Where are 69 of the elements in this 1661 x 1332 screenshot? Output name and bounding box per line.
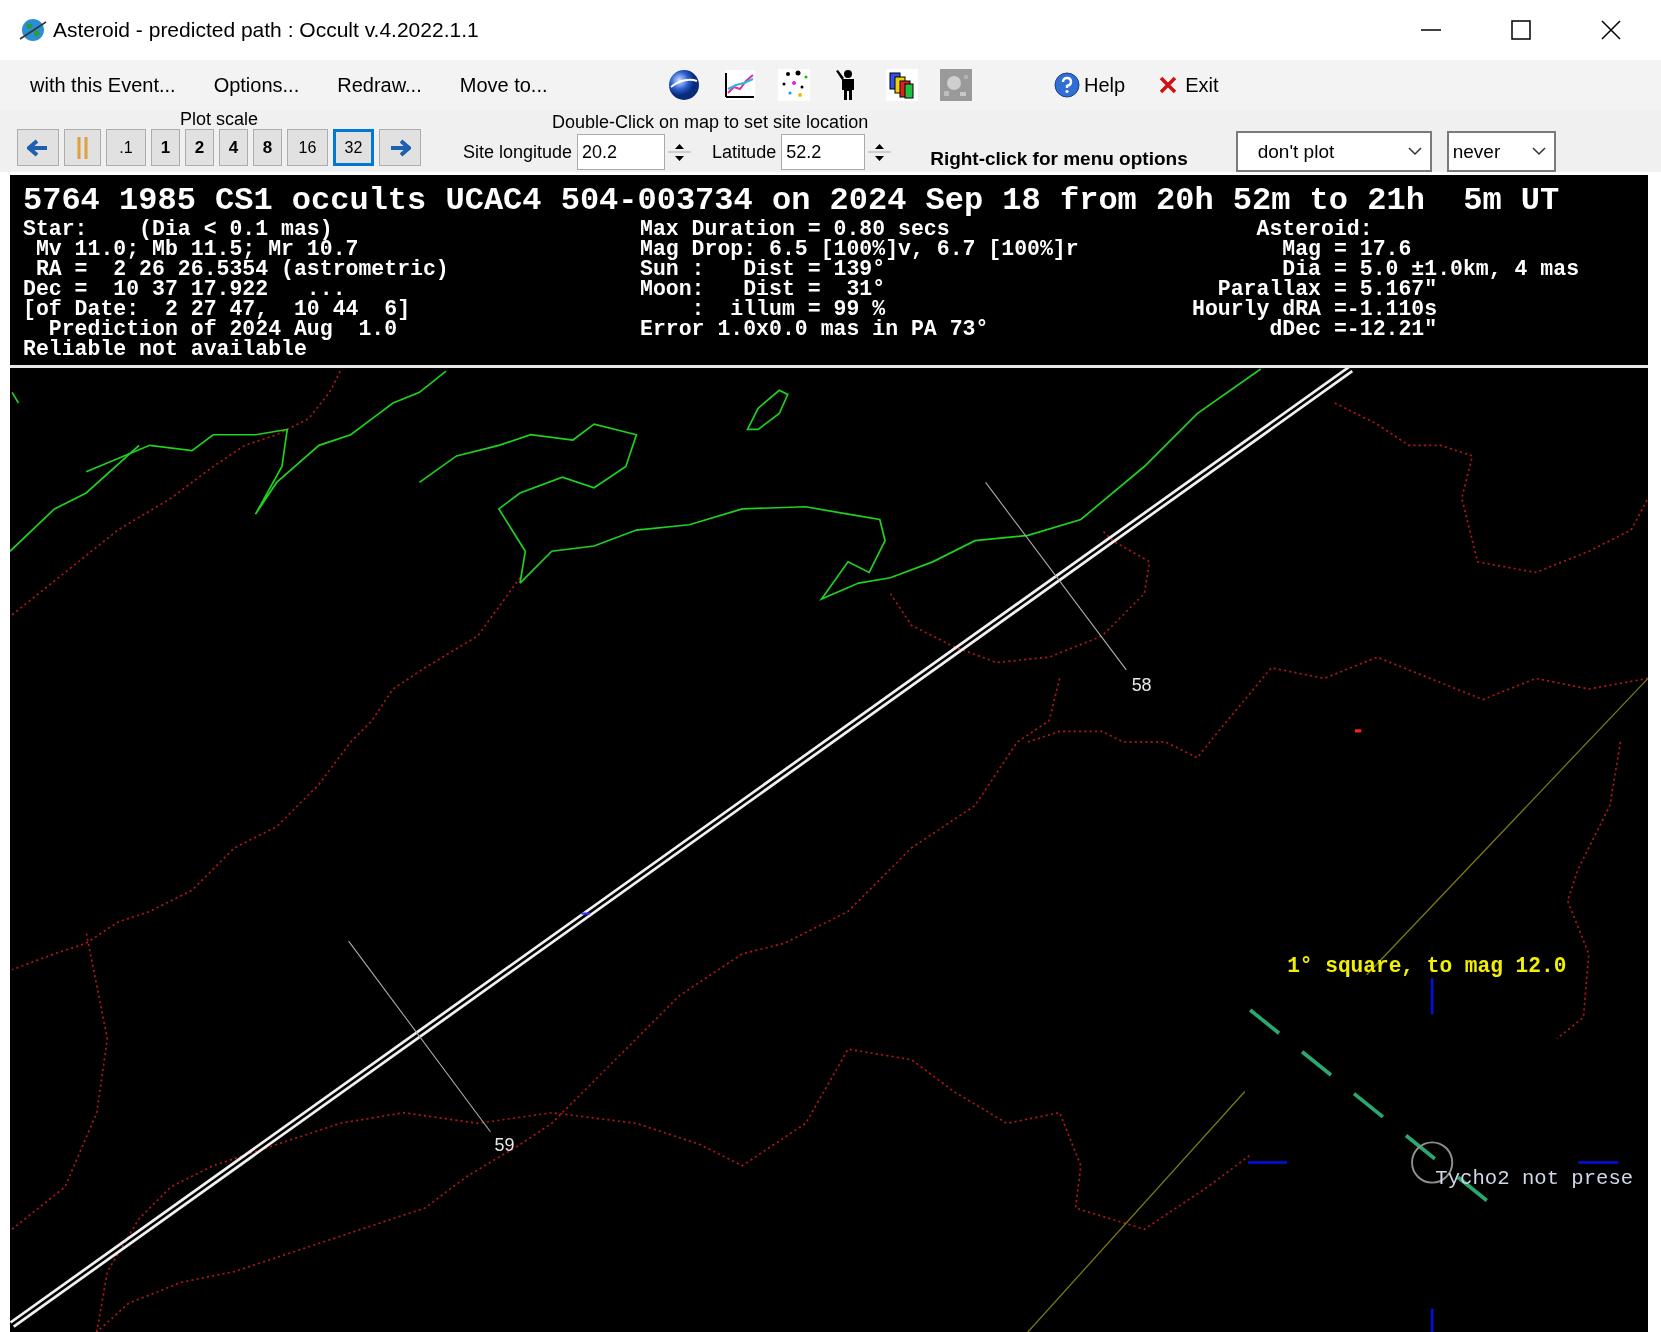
- star-dots-icon[interactable]: [778, 69, 810, 101]
- event-info-line: Sun : Dist = 139°: [640, 259, 886, 279]
- scale-button[interactable]: .1: [106, 129, 146, 166]
- next-button[interactable]: [379, 129, 421, 166]
- longitude-field[interactable]: 20.2: [577, 134, 666, 170]
- star-info-line: Dec = 10 37 17.922 ...: [23, 279, 346, 299]
- crosshair-tick: [1248, 1161, 1288, 1164]
- event-info-line: Error 1.0x0.0 mas in PA 73°: [640, 319, 990, 339]
- help-menu[interactable]: Help: [1054, 72, 1126, 98]
- star-info-line: Reliable not available: [23, 339, 307, 359]
- app-globe-icon: [19, 17, 47, 43]
- window-title: Asteroid - predicted path : Occult v.4.2022.1.1: [53, 18, 479, 42]
- left-arrow-icon: [27, 138, 49, 157]
- plot-scale-label: Plot scale: [179, 110, 258, 129]
- chevron-icon: [1407, 147, 1422, 156]
- menu-item[interactable]: Options...: [205, 69, 308, 101]
- asteroid-info-line: Dia = 5.0 ±1.0km, 4 mas: [1282, 259, 1581, 279]
- maximize-icon: [1511, 20, 1531, 40]
- right-click-hint: Right-click for menu options: [930, 147, 1188, 171]
- crosshair-tick: [1430, 978, 1434, 1015]
- event-heading: 5764 1985 CS1 occults UCAC4 504-003734 on 2024 Sep 18 from 20h 52m to 21h 5m UT: [23, 183, 1561, 219]
- crosshair-tick: [1578, 1161, 1619, 1164]
- asteroid-info-line: Parallax = 5.167": [1217, 279, 1438, 299]
- scale-button[interactable]: 16: [287, 129, 328, 166]
- scale-button[interactable]: 4: [219, 129, 248, 166]
- event-info-line: : illum = 99 %: [691, 299, 886, 319]
- help-icon: [1054, 72, 1080, 98]
- star-info-line: Prediction of 2024 Aug 1.0: [48, 319, 398, 339]
- star-info-line: RA = 2 26 26.5354 (astrometric): [35, 259, 450, 279]
- latitude-field[interactable]: 52.2: [781, 134, 866, 170]
- track-marker: [581, 912, 590, 915]
- time-label: 59: [494, 1134, 515, 1155]
- site-hint: Double-Click on map to set site location: [551, 111, 870, 134]
- dropdown[interactable]: never: [1446, 131, 1556, 172]
- scale-button[interactable]: 2: [185, 129, 214, 166]
- minimize-icon: [1421, 29, 1441, 31]
- asteroid-info-line: Asteroid:: [1255, 219, 1373, 239]
- asteroid-info-line: Mag = 17.6: [1281, 239, 1412, 259]
- pause-icon: [76, 136, 89, 159]
- exit-menu[interactable]: Exit: [1159, 73, 1219, 97]
- site-marker: [1354, 729, 1362, 733]
- right-arrow-icon: [389, 138, 411, 157]
- event-info-line: Max Duration = 0.80 secs: [640, 219, 950, 239]
- latitude-label: Latitude: [712, 141, 777, 163]
- chart-icon[interactable]: [724, 69, 756, 101]
- asteroid-info-line: Hourly dRA =-1.110s: [1192, 299, 1439, 319]
- exit-icon: [1159, 76, 1178, 94]
- color-pages-icon[interactable]: [886, 69, 918, 101]
- scale-button[interactable]: 8: [253, 129, 282, 166]
- star-info-line: Star: (Dia < 0.1 mas): [23, 219, 333, 239]
- longitude-label: Site longitude: [463, 141, 573, 163]
- event-info-line: Mag Drop: 6.5 [100%]v, 6.7 [100%]r: [640, 239, 1080, 259]
- star-info-line: [of Date: 2 27 47, 10 44 6]: [23, 299, 412, 319]
- dropdown[interactable]: don't plot: [1235, 131, 1432, 172]
- time-label: 58: [1131, 675, 1152, 696]
- star-info-line: Mv 11.0; Mb 11.5; Mr 10.7: [34, 239, 359, 259]
- menu-item[interactable]: Redraw...: [329, 69, 430, 101]
- menu-item[interactable]: Move to...: [451, 69, 556, 101]
- scale-button[interactable]: 1: [151, 129, 180, 166]
- asteroid-info-line: dDec =-12.21": [1269, 319, 1439, 339]
- scale-button[interactable]: 32: [333, 129, 374, 166]
- close-icon: [1601, 20, 1621, 40]
- sphere-icon[interactable]: [668, 69, 702, 101]
- previous-button[interactable]: [17, 129, 59, 166]
- chevron-icon: [1531, 147, 1546, 156]
- event-info-line: Moon: Dist = 31°: [640, 279, 887, 299]
- menu-item[interactable]: with this Event...: [22, 69, 184, 101]
- star-field-note: 1° square, to mag 12.0: [1287, 953, 1567, 978]
- crosshair-tick: [1430, 1308, 1434, 1332]
